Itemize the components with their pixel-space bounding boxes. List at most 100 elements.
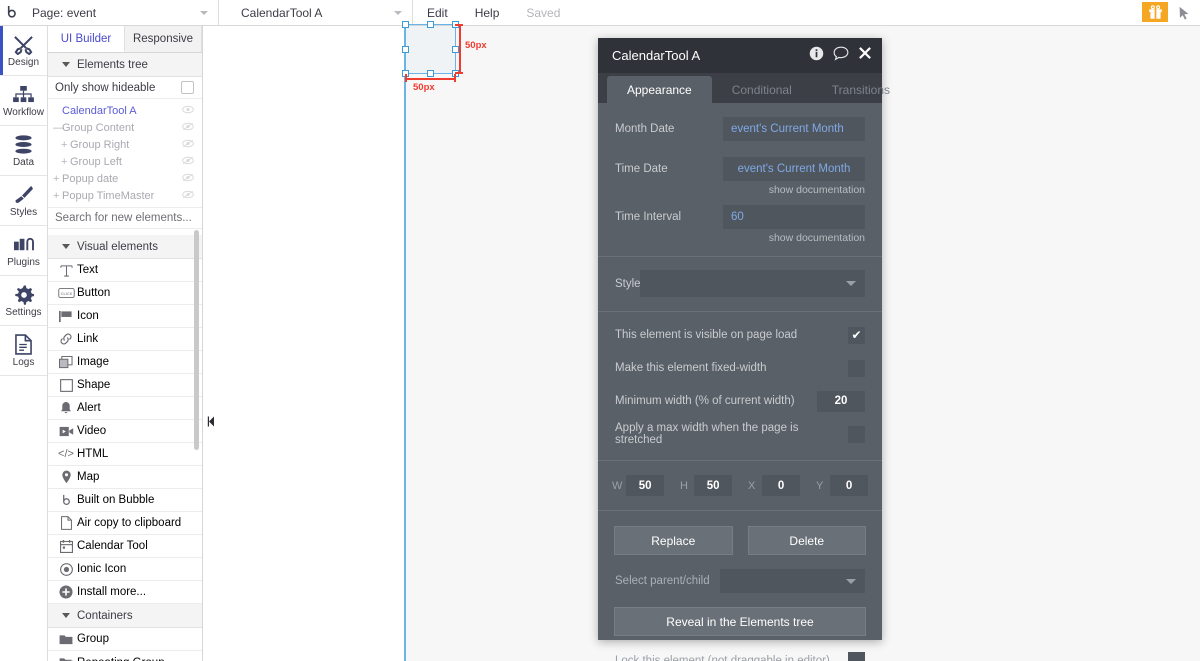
tree-toggle-plus[interactable]: + xyxy=(53,173,62,185)
lock-element-checkbox[interactable] xyxy=(848,652,865,661)
resize-handle-top-center[interactable] xyxy=(427,21,434,28)
visibility-eye-off-icon[interactable] xyxy=(182,139,194,151)
palette-item-calendar-tool[interactable]: Calendar Tool xyxy=(48,535,202,558)
visibility-eye-off-icon[interactable] xyxy=(182,190,194,202)
option-label: Make this element fixed-width xyxy=(615,362,767,374)
option-lock-element[interactable]: Lock this element (not draggable in edit… xyxy=(598,652,882,661)
resize-handle-bottom-center[interactable] xyxy=(427,70,434,77)
cursor-tool-button[interactable] xyxy=(1168,0,1200,25)
tree-node-group-content[interactable]: — Group Content xyxy=(48,119,202,136)
palette-item-link[interactable]: Link xyxy=(48,328,202,351)
sidebar-item-design[interactable]: Design xyxy=(0,26,47,76)
calendar-icon xyxy=(55,539,77,553)
divider xyxy=(598,256,882,257)
style-dropdown[interactable] xyxy=(640,270,865,297)
close-icon[interactable] xyxy=(858,46,872,65)
width-input[interactable]: 50 xyxy=(626,475,664,496)
option-max-width-stretched[interactable]: Apply a max width when the page is stret… xyxy=(598,422,882,446)
x-position-input[interactable]: 0 xyxy=(762,475,800,496)
only-show-hideable-checkbox[interactable] xyxy=(181,81,194,94)
delete-button[interactable]: Delete xyxy=(747,526,866,555)
fixed-width-checkbox[interactable] xyxy=(848,359,865,377)
tree-node-group-right[interactable]: + Group Right xyxy=(48,136,202,153)
time-date-input[interactable]: event's Current Month xyxy=(723,157,865,181)
tab-transitions[interactable]: Transitions xyxy=(812,76,910,103)
time-date-documentation-link[interactable]: show documentation xyxy=(598,181,882,196)
visibility-eye-off-icon[interactable] xyxy=(182,173,194,185)
visible-on-page-load-checkbox[interactable]: ✔ xyxy=(848,326,865,344)
page-selector[interactable]: Page: event xyxy=(22,0,219,25)
palette-item-repeating-group[interactable]: Repeating Group xyxy=(48,651,202,661)
sidebar-item-styles[interactable]: Styles xyxy=(0,176,47,226)
reveal-in-elements-tree-button[interactable]: Reveal in the Elements tree xyxy=(614,607,866,636)
minimum-width-input[interactable]: 20 xyxy=(817,390,865,412)
element-selector[interactable]: CalendarTool A xyxy=(231,0,413,25)
tree-toggle-minus[interactable]: — xyxy=(53,122,64,134)
palette-item-html[interactable]: </> HTML xyxy=(48,443,202,466)
tree-toggle-plus[interactable]: + xyxy=(53,190,62,202)
tab-responsive[interactable]: Responsive xyxy=(125,26,202,52)
menu-item-help[interactable]: Help xyxy=(475,6,500,20)
tab-label: UI Builder xyxy=(60,32,112,45)
bubble-logo-icon[interactable] xyxy=(0,0,22,25)
palette-item-install-more[interactable]: Install more... xyxy=(48,581,202,604)
field-time-interval: Time Interval 60 xyxy=(598,205,882,229)
tree-node-popup-timemaster[interactable]: + Popup TimeMaster xyxy=(48,187,202,204)
palette-item-map[interactable]: Map xyxy=(48,466,202,489)
tree-toggle-plus[interactable]: + xyxy=(61,139,70,151)
comment-icon[interactable] xyxy=(833,46,849,66)
gift-button[interactable] xyxy=(1142,2,1168,22)
palette-item-video[interactable]: Video xyxy=(48,420,202,443)
resize-handle-middle-left[interactable] xyxy=(402,45,409,53)
palette-item-alert[interactable]: Alert xyxy=(48,397,202,420)
visual-elements-header[interactable]: Visual elements xyxy=(48,235,202,259)
palette-item-air-copy-to-clipboard[interactable]: Air copy to clipboard xyxy=(48,512,202,535)
visibility-eye-icon[interactable] xyxy=(182,105,194,117)
y-position-input[interactable]: 0 xyxy=(830,475,868,496)
select-parent-child-dropdown[interactable] xyxy=(720,569,865,593)
containers-header[interactable]: Containers xyxy=(48,604,202,628)
elements-tree-header[interactable]: Elements tree xyxy=(48,53,202,77)
search-new-elements[interactable]: Search for new elements... xyxy=(48,207,202,229)
tree-node-calendartool-a[interactable]: CalendarTool A xyxy=(48,102,202,119)
max-width-stretched-checkbox[interactable] xyxy=(848,425,865,443)
palette-item-group[interactable]: Group xyxy=(48,628,202,651)
palette-item-button[interactable]: CLICK Button xyxy=(48,282,202,305)
tree-node-popup-date[interactable]: + Popup date xyxy=(48,170,202,187)
height-input[interactable]: 50 xyxy=(694,475,732,496)
palette-item-shape[interactable]: Shape xyxy=(48,374,202,397)
tab-conditional[interactable]: Conditional xyxy=(712,76,812,103)
tree-node-group-left[interactable]: + Group Left xyxy=(48,153,202,170)
menu-item-edit[interactable]: Edit xyxy=(427,6,448,20)
palette-item-text[interactable]: Text xyxy=(48,259,202,282)
palette-item-icon[interactable]: Icon xyxy=(48,305,202,328)
tab-ui-builder[interactable]: UI Builder xyxy=(48,26,125,52)
palette-item-ionic-icon[interactable]: Ionic Icon xyxy=(48,558,202,581)
selected-element-box[interactable] xyxy=(402,21,459,77)
visibility-eye-off-icon[interactable] xyxy=(182,122,194,134)
visibility-eye-off-icon[interactable] xyxy=(182,156,194,168)
palette-item-built-on-bubble[interactable]: Built on Bubble xyxy=(48,489,202,512)
sidebar-item-plugins[interactable]: Plugins xyxy=(0,226,47,276)
resize-handle-middle-right[interactable] xyxy=(452,45,459,53)
sidebar-item-logs[interactable]: Logs xyxy=(0,326,47,376)
time-interval-input[interactable]: 60 xyxy=(723,205,865,229)
replace-button[interactable]: Replace xyxy=(614,526,733,555)
sidebar-item-data[interactable]: Data xyxy=(0,126,47,176)
option-fixed-width[interactable]: Make this element fixed-width xyxy=(598,358,882,378)
palette-scrollbar[interactable] xyxy=(194,230,199,450)
month-date-input[interactable]: event's Current Month xyxy=(723,117,865,141)
sidebar-item-workflow[interactable]: Workflow xyxy=(0,76,47,126)
collapse-left-icon[interactable] xyxy=(206,414,216,428)
option-minimum-width: Minimum width (% of current width) 20 xyxy=(598,390,882,412)
tree-toggle-plus[interactable]: + xyxy=(61,156,70,168)
time-interval-documentation-link[interactable]: show documentation xyxy=(598,229,882,244)
info-icon[interactable] xyxy=(809,46,824,66)
page-surface[interactable] xyxy=(204,26,404,661)
option-visible-on-page-load[interactable]: This element is visible on page load ✔ xyxy=(598,325,882,345)
only-show-hideable-row[interactable]: Only show hideable xyxy=(48,77,202,99)
resize-handle-top-left[interactable] xyxy=(402,21,409,28)
palette-item-image[interactable]: Image xyxy=(48,351,202,374)
sidebar-item-settings[interactable]: Settings xyxy=(0,276,47,326)
tab-appearance[interactable]: Appearance xyxy=(607,76,712,103)
